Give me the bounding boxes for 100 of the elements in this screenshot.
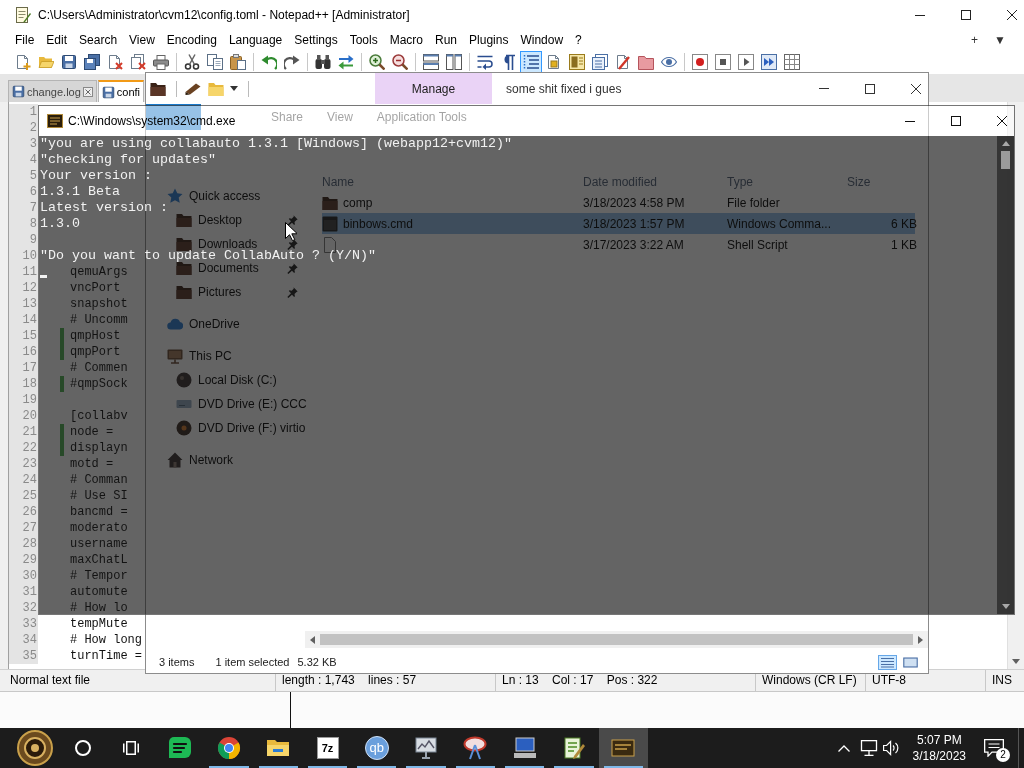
taskbar-button[interactable]: 7z — [302, 728, 353, 768]
nav-item[interactable]: DVD Drive (E:) CCC — [146, 396, 305, 412]
scroll-left-icon[interactable] — [310, 635, 315, 644]
caret-down-icon[interactable] — [230, 86, 238, 91]
column-header[interactable]: Type — [727, 175, 847, 189]
minimize-icon[interactable] — [915, 14, 925, 16]
fast-forward-icon[interactable] — [760, 54, 777, 70]
clock-date[interactable]: 3/18/2023 — [912, 748, 966, 764]
menu-item[interactable]: ? — [569, 33, 588, 47]
file-row[interactable]: binbows.cmd 3/18/2023 1:57 PM Windows Comma... 6 KB — [322, 213, 915, 234]
scroll-up-icon[interactable] — [1001, 141, 1010, 146]
menu-item[interactable]: Edit — [40, 33, 74, 47]
floppy-disks-icon[interactable] — [83, 54, 100, 70]
scrollbar-thumb[interactable] — [320, 634, 913, 645]
file-tab[interactable]: confi — [97, 80, 145, 102]
minimize-icon[interactable] — [905, 120, 915, 122]
grid-icon[interactable] — [783, 54, 800, 70]
nav-item[interactable]: This PC — [146, 348, 305, 364]
menu-item[interactable]: File — [9, 33, 41, 47]
speaker-icon[interactable] — [882, 740, 899, 756]
column-header[interactable]: Size — [847, 175, 917, 189]
task-view-icon[interactable] — [123, 740, 139, 756]
nav-item[interactable]: DVD Drive (F:) virtio — [146, 420, 305, 436]
menu-item[interactable]: Plugins — [463, 33, 515, 47]
stop-icon[interactable] — [714, 54, 731, 70]
side-windows-icon[interactable] — [445, 54, 462, 70]
menu-item[interactable]: Macro — [383, 33, 429, 47]
network-icon[interactable] — [859, 740, 878, 756]
record-icon[interactable] — [691, 54, 708, 70]
undo-icon[interactable] — [260, 54, 277, 70]
menu-item[interactable]: Settings — [288, 33, 344, 47]
taskbar-button[interactable] — [598, 728, 648, 768]
scroll-down-icon[interactable] — [1012, 659, 1020, 664]
zoom-out-icon[interactable] — [391, 54, 408, 70]
ribbon-tab[interactable]: View — [315, 110, 365, 124]
scissors-icon[interactable] — [183, 54, 200, 70]
pin-icon[interactable] — [287, 262, 298, 274]
close-icon[interactable] — [911, 83, 921, 94]
menu-item[interactable]: Window — [514, 33, 570, 47]
zoom-in-icon[interactable] — [368, 54, 385, 70]
emblem-icon[interactable] — [17, 730, 53, 766]
printer-icon[interactable] — [152, 54, 169, 70]
nav-item[interactable]: Desktop — [146, 212, 305, 228]
manage-tab[interactable]: Manage — [375, 73, 492, 104]
menu-item[interactable]: View — [123, 33, 161, 47]
menu-item[interactable]: Run — [429, 33, 464, 47]
tiles-view-icon[interactable] — [901, 654, 920, 670]
code-line: # How long — [69, 632, 142, 648]
column-header[interactable]: Date modified — [583, 175, 727, 189]
ribbon-tab[interactable]: Application Tools — [364, 110, 479, 124]
play-icon[interactable] — [737, 54, 754, 70]
pages-cross-icon[interactable] — [129, 54, 146, 70]
file-row[interactable]: comp 3/18/2023 4:58 PM File folder — [322, 192, 915, 213]
details-view-icon[interactable] — [878, 654, 897, 670]
scrollbar-thumb[interactable] — [1001, 151, 1010, 169]
maximize-icon[interactable] — [865, 83, 875, 94]
scroll-down-icon[interactable] — [1001, 604, 1010, 609]
pin-icon[interactable] — [287, 286, 298, 298]
nav-item[interactable]: Local Disk (C:) — [146, 372, 305, 388]
nav-item[interactable]: OneDrive — [146, 316, 305, 332]
scroll-right-icon[interactable] — [918, 635, 923, 644]
binoculars-icon[interactable] — [314, 54, 331, 70]
page-plus-icon[interactable] — [14, 54, 31, 70]
text-wrap-icon[interactable] — [476, 54, 493, 70]
pin-icon[interactable] — [287, 238, 298, 250]
column-header[interactable]: Name — [322, 175, 583, 189]
clock-time[interactable]: 5:07 PM — [916, 732, 962, 748]
maximize-icon[interactable] — [951, 116, 961, 126]
document-map-icon[interactable] — [568, 54, 585, 70]
page-pen-icon[interactable] — [614, 54, 631, 70]
nav-item[interactable]: Network — [146, 452, 305, 468]
redo-icon[interactable] — [283, 54, 300, 70]
tab-list-button[interactable]: ▼ — [994, 33, 1006, 47]
caret-up-icon[interactable] — [837, 744, 850, 752]
folder-icon[interactable] — [637, 54, 654, 70]
notification-icon[interactable] — [984, 739, 1004, 757]
list-pages-icon[interactable] — [591, 54, 608, 70]
taskbar-button[interactable]: qb — [352, 728, 402, 768]
indent-guide-icon[interactable] — [519, 51, 542, 73]
add-tab-button[interactable]: + — [971, 33, 979, 47]
file-tab[interactable]: change.log — [8, 80, 97, 102]
page-cross-icon[interactable] — [106, 54, 123, 70]
circle-icon[interactable] — [75, 740, 91, 756]
nav-item[interactable]: Pictures — [146, 284, 305, 300]
menu-item[interactable]: Encoding — [160, 33, 223, 47]
pen-icon[interactable] — [185, 82, 201, 95]
close-icon[interactable] — [1007, 10, 1017, 20]
eye-icon[interactable] — [660, 54, 677, 70]
maximize-icon[interactable] — [961, 10, 971, 20]
clipboard-icon[interactable] — [229, 54, 246, 70]
close-icon[interactable] — [997, 116, 1007, 126]
swap-arrows-icon[interactable] — [337, 54, 354, 70]
ribbon-tab[interactable]: Share — [259, 110, 316, 124]
stacked-windows-icon[interactable] — [422, 54, 439, 70]
menu-item[interactable]: Search — [73, 33, 124, 47]
menu-item[interactable]: Tools — [343, 33, 384, 47]
nav-item[interactable]: Quick access — [146, 188, 305, 204]
menu-item[interactable]: Language — [222, 33, 289, 47]
two-pages-icon[interactable] — [206, 54, 223, 70]
pin-icon[interactable] — [287, 214, 298, 226]
